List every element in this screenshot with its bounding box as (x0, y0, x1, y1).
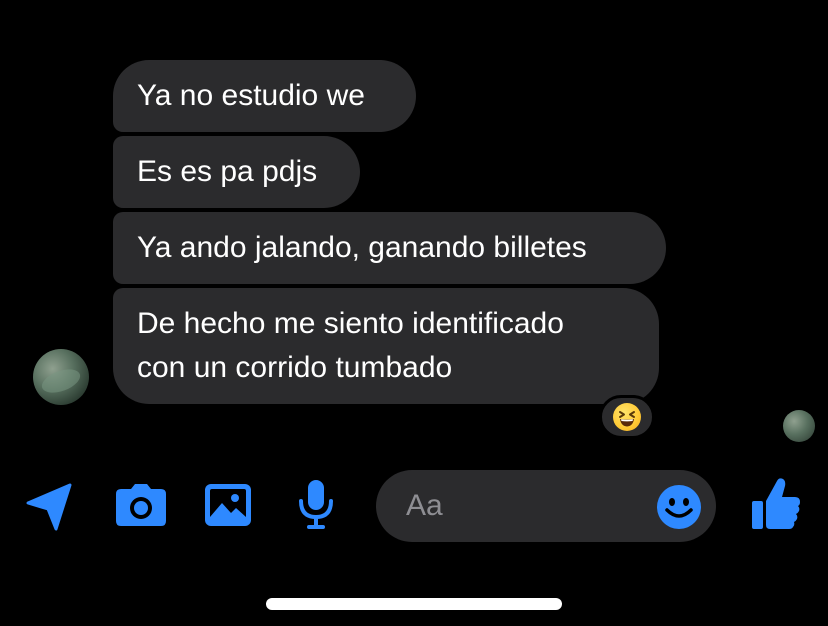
camera-icon[interactable] (114, 481, 168, 529)
microphone-icon[interactable] (296, 478, 336, 532)
location-arrow-icon[interactable] (24, 480, 74, 534)
smiley-icon[interactable] (656, 484, 702, 530)
message-text-line: De hecho me siento identificado (137, 307, 564, 340)
message-reaction[interactable] (599, 395, 655, 439)
message-bubble[interactable]: Ya no estudio we (113, 60, 416, 132)
message-text: Es es pa pdjs (137, 155, 318, 188)
message-input[interactable] (406, 470, 646, 542)
grinning-squinting-face-icon (613, 403, 641, 431)
thumbs-up-icon[interactable] (750, 476, 802, 532)
message-bubble[interactable]: De hecho me siento identificado con un c… (113, 288, 659, 404)
chat-screen: Ya no estudio we Es es pa pdjs Ya ando j… (0, 0, 828, 626)
message-text: Ya ando jalando, ganando billetes (137, 231, 587, 264)
sender-avatar[interactable] (33, 349, 89, 405)
message-composer[interactable] (376, 470, 716, 542)
photo-gallery-icon[interactable] (204, 482, 252, 528)
home-indicator[interactable] (266, 598, 562, 610)
message-text-line: con un corrido tumbado (137, 351, 453, 384)
message-bubble[interactable]: Ya ando jalando, ganando billetes (113, 212, 666, 284)
message-bubble[interactable]: Es es pa pdjs (113, 136, 360, 208)
message-text: Ya no estudio we (137, 79, 365, 112)
read-receipt-avatar (783, 410, 815, 442)
